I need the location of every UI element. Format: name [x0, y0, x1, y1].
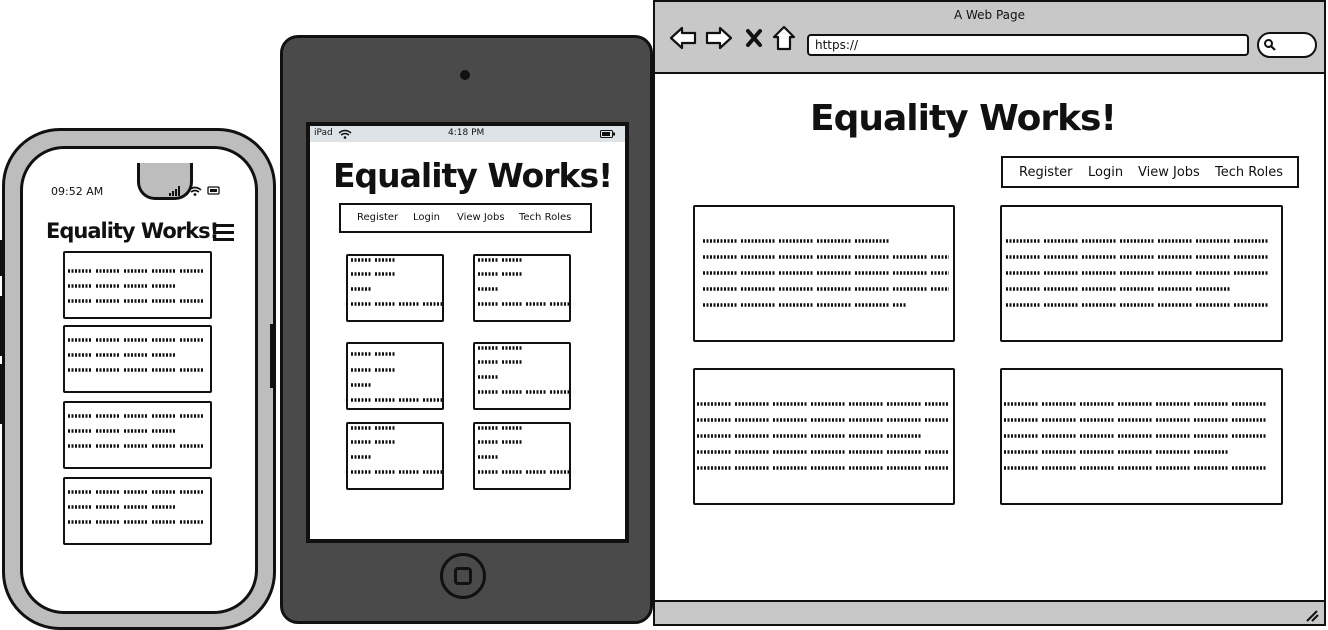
content-card — [1000, 205, 1283, 342]
phone-side-button — [0, 296, 5, 356]
nav-register-link[interactable]: Register — [1019, 165, 1073, 180]
content-card — [63, 251, 212, 319]
content-card — [63, 401, 212, 469]
tablet-time: 4:18 PM — [448, 128, 485, 138]
content-card — [346, 422, 444, 490]
tablet-device-label: iPad — [314, 128, 333, 138]
camera-icon — [460, 70, 470, 80]
nav-login-link[interactable]: Login — [1088, 165, 1123, 180]
nav-tech-roles-link[interactable]: Tech Roles — [519, 212, 571, 223]
phone-time: 09:52 AM — [51, 185, 104, 198]
home-icon[interactable] — [771, 24, 797, 52]
home-square-icon — [454, 567, 472, 585]
signal-bars-icon — [169, 186, 220, 196]
nav-login-link[interactable]: Login — [413, 212, 440, 223]
content-card — [63, 325, 212, 393]
content-card — [346, 254, 444, 322]
tablet-mockup: iPad 4:18 PM Equality Works! Register Lo… — [280, 35, 653, 624]
close-icon[interactable] — [745, 28, 763, 48]
battery-icon — [600, 130, 615, 138]
resize-grip-icon[interactable] — [1304, 608, 1320, 622]
arrow-left-icon[interactable] — [669, 26, 697, 50]
phone-side-button — [0, 364, 5, 424]
wifi-icon — [338, 129, 352, 139]
browser-status-bar — [655, 600, 1324, 624]
phone-side-button — [270, 324, 275, 388]
url-text: https:// — [815, 38, 859, 52]
content-card — [473, 254, 571, 322]
browser-frame: A Web Page https:// Equality Works! Regi… — [653, 0, 1326, 626]
content-card — [473, 422, 571, 490]
tablet-screen: iPad 4:18 PM Equality Works! Register Lo… — [306, 122, 629, 543]
content-card — [693, 205, 955, 342]
content-card — [1000, 368, 1283, 505]
nav-tech-roles-link[interactable]: Tech Roles — [1215, 165, 1283, 180]
phone-screen: 09:52 AM Equality Works! — [20, 146, 258, 614]
nav-view-jobs-link[interactable]: View Jobs — [457, 212, 505, 223]
content-card — [346, 342, 444, 410]
nav-register-link[interactable]: Register — [357, 212, 398, 223]
home-button[interactable] — [440, 553, 486, 599]
url-bar[interactable]: https:// — [807, 34, 1249, 56]
content-card — [473, 342, 571, 410]
phone-side-button — [0, 240, 5, 276]
nav-bar: Register Login View Jobs Tech Roles — [339, 203, 592, 233]
hamburger-icon[interactable] — [213, 223, 235, 241]
search-icon — [1264, 39, 1276, 51]
page-title: Equality Works! — [46, 219, 219, 243]
content-card — [63, 477, 212, 545]
search-box[interactable] — [1257, 32, 1317, 58]
arrow-right-icon[interactable] — [705, 26, 733, 50]
tablet-status-bar: iPad 4:18 PM — [310, 126, 625, 142]
nav-view-jobs-link[interactable]: View Jobs — [1138, 165, 1200, 180]
nav-bar: Register Login View Jobs Tech Roles — [1001, 156, 1299, 188]
browser-toolbar: A Web Page https:// — [655, 2, 1324, 74]
content-card — [693, 368, 955, 505]
browser-window: A Web Page https:// Equality Works! Regi… — [653, 0, 1326, 626]
phone-mockup: 09:52 AM Equality Works! — [0, 128, 276, 630]
page-title: Equality Works! — [333, 156, 613, 195]
window-title: A Web Page — [953, 8, 1026, 22]
page-title: Equality Works! — [810, 98, 1117, 139]
